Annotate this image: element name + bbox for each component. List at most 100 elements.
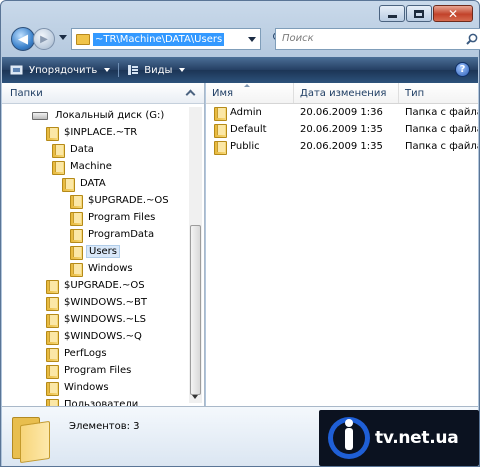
folder-icon (46, 279, 59, 294)
back-button[interactable]: ◀ (11, 27, 35, 51)
watermark-logo: tv.net.ua (319, 410, 479, 466)
tree-item-label: $WINDOWS.~BT (64, 297, 148, 308)
search-placeholder: Поиск (282, 33, 314, 44)
organize-label: Упорядочить (29, 64, 98, 76)
column-type-label: Тип (405, 87, 425, 99)
tree-item[interactable]: DATA (62, 175, 108, 192)
tree-item-label: ProgramData (88, 229, 155, 240)
tree-item[interactable]: Локальный диск (G:) (32, 107, 166, 124)
collapse-chevron-icon[interactable] (185, 89, 196, 100)
folder-icon (70, 211, 83, 226)
tree-item[interactable]: Windows (70, 260, 135, 277)
maximize-button[interactable] (406, 5, 432, 22)
tree-item-label: DATA (80, 178, 106, 189)
help-icon[interactable]: ? (455, 62, 470, 77)
close-button[interactable]: ✕ (433, 5, 473, 22)
folder-icon (70, 245, 83, 260)
tree-item[interactable]: $WINDOWS.~Q (46, 328, 144, 345)
file-type: Папка с файлами (405, 141, 478, 152)
chevron-down-icon (104, 68, 111, 72)
file-name-cell: Admin (206, 106, 294, 121)
sort-ascending-icon (244, 84, 250, 87)
file-list: Admin 20.06.2009 1:36 Папка с файлами Defau… (206, 104, 478, 155)
tree-item-label: Data (70, 144, 94, 155)
close-icon: ✕ (447, 6, 459, 21)
maximize-icon (414, 9, 424, 18)
file-date: 20.06.2009 1:35 (300, 141, 383, 152)
tree-item[interactable]: Пользователи (46, 396, 140, 406)
minimize-button[interactable] (379, 5, 405, 22)
tree-item[interactable]: $WINDOWS.~BT (46, 294, 149, 311)
address-bar[interactable]: ~TR\Machine\DATA\Users (71, 28, 261, 50)
folder-icon (70, 194, 83, 209)
tree-item-label: $WINDOWS.~LS (64, 314, 146, 325)
tree-item-label: Windows (64, 382, 109, 393)
tree-item[interactable]: Machine (52, 158, 114, 175)
tree-item[interactable]: $INPLACE.~TR (46, 124, 139, 141)
file-name: Admin (230, 107, 262, 118)
forward-button[interactable]: ▶ (33, 28, 55, 50)
column-header-row: Имя Дата изменения Тип (206, 83, 478, 104)
column-date-label: Дата изменения (300, 87, 387, 99)
tree-item[interactable]: Users (70, 243, 121, 260)
file-name: Public (230, 141, 260, 152)
tree-item[interactable]: Windows (46, 379, 111, 396)
file-row[interactable]: Default 20.06.2009 1:35 Папка с файлами (206, 121, 478, 138)
search-icon[interactable] (466, 33, 478, 45)
tree-item-label: PerfLogs (64, 348, 107, 359)
tree-item[interactable]: PerfLogs (46, 345, 109, 362)
organize-button[interactable]: Упорядочить (2, 57, 118, 83)
tree-item-label: Пользователи (64, 399, 139, 406)
command-toolbar: Упорядочить Виды ? (2, 57, 478, 83)
views-button[interactable]: Виды (119, 57, 193, 83)
tree-item-label: $INPLACE.~TR (64, 127, 138, 138)
folder-icon (52, 143, 65, 158)
file-type: Папка с файлами (405, 107, 478, 118)
tree-item-label: Program Files (64, 365, 132, 376)
folder-icon (214, 123, 227, 138)
folder-icon (46, 126, 59, 141)
address-path[interactable]: ~TR\Machine\DATA\Users (93, 32, 225, 46)
tree-item[interactable]: $WINDOWS.~LS (46, 311, 148, 328)
watermark-text: tv.net.ua (375, 428, 459, 448)
tree-item-label: $UPGRADE.~OS (88, 195, 169, 206)
search-input[interactable]: Поиск (275, 28, 480, 50)
column-header-date[interactable]: Дата изменения (294, 83, 399, 103)
folder-icon (46, 398, 59, 406)
address-dropdown-icon[interactable] (248, 37, 256, 42)
file-date: 20.06.2009 1:35 (300, 124, 383, 135)
minimize-icon (387, 15, 397, 18)
folder-icon (214, 106, 227, 121)
caption-buttons: ✕ (379, 5, 473, 22)
tree-item[interactable]: ProgramData (70, 226, 156, 243)
tree-item-label: Program Files (88, 212, 156, 223)
tree-item-label: $UPGRADE.~OS (64, 280, 145, 291)
tree-item-label: $WINDOWS.~Q (64, 331, 142, 342)
folders-scrollbar[interactable] (189, 107, 202, 403)
file-row[interactable]: Admin 20.06.2009 1:36 Папка с файлами (206, 104, 478, 121)
file-date: 20.06.2009 1:36 (300, 107, 383, 118)
tree-item[interactable]: Data (52, 141, 96, 158)
tree-item[interactable]: Program Files (70, 209, 157, 226)
scroll-down-icon[interactable] (192, 395, 198, 399)
folder-icon (70, 228, 83, 243)
chevron-down-icon (179, 68, 186, 72)
file-row[interactable]: Public 20.06.2009 1:35 Папка с файлами (206, 138, 478, 155)
drive-icon (32, 111, 48, 120)
recent-pages-dropdown-icon[interactable] (59, 35, 67, 40)
tree-item[interactable]: $UPGRADE.~OS (70, 192, 171, 209)
column-header-type[interactable]: Тип (399, 83, 478, 103)
forward-arrow-icon: ▶ (40, 33, 48, 45)
folders-pane: Папки Локальный диск (G:) $INPLACE.~TR Dat… (2, 83, 205, 406)
folder-icon (46, 347, 59, 362)
tv-logo-icon (328, 417, 370, 459)
tree-item[interactable]: $UPGRADE.~OS (46, 277, 147, 294)
file-list-pane: Имя Дата изменения Тип Admin 20.06.2009 1… (206, 83, 478, 406)
tree-item[interactable]: Program Files (46, 362, 133, 379)
tree-item-label: Windows (88, 263, 133, 274)
scrollbar-thumb[interactable] (190, 225, 201, 395)
folders-pane-header[interactable]: Папки (2, 83, 204, 104)
folder-icon (70, 262, 83, 277)
column-header-name[interactable]: Имя (206, 83, 294, 103)
views-label: Виды (144, 64, 173, 76)
